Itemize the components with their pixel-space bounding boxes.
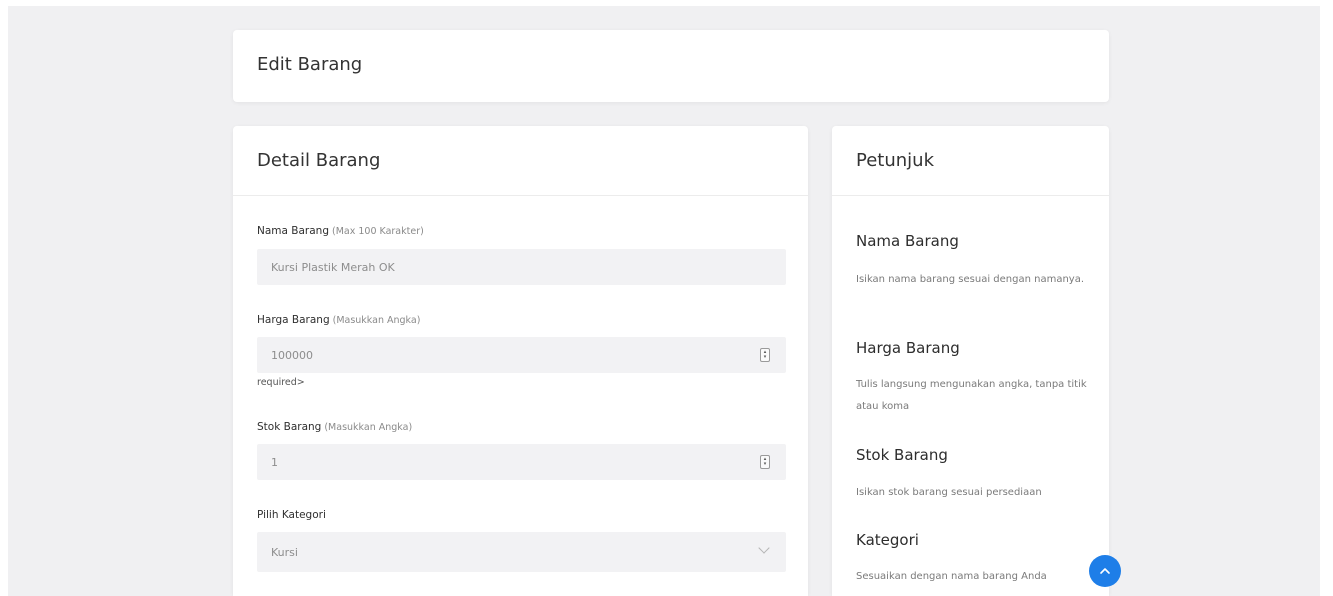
detail-card: Detail Barang Nama Barang (Max 100 Karakt… [233, 126, 808, 596]
detail-card-header: Detail Barang [233, 126, 808, 196]
stok-barang-label: Stok Barang (Masukkan Angka) [257, 421, 412, 433]
help-item-text: Sesuaikan dengan nama barang Anda [856, 571, 1047, 582]
required-note: required> [257, 377, 305, 388]
harga-barang-value: 100000 [271, 348, 313, 362]
help-item-text: Tulis langsung mengunakan angka, tanpa t… [856, 379, 1087, 412]
help-item-title: Nama Barang [856, 232, 959, 250]
harga-barang-hint: (Masukkan Angka) [332, 315, 421, 326]
help-item-title: Harga Barang [856, 339, 960, 357]
nama-barang-label-text: Nama Barang [257, 225, 329, 237]
chevron-down-icon [758, 542, 770, 554]
kategori-value: Kursi [271, 545, 298, 559]
help-item-title: Kategori [856, 531, 919, 549]
nama-barang-label: Nama Barang (Max 100 Karakter) [257, 225, 424, 237]
spinner-icon[interactable]: ▴ ▾ [760, 455, 770, 469]
detail-card-title: Detail Barang [257, 150, 381, 171]
nama-barang-value: Kursi Plastik Merah OK [271, 260, 395, 274]
nama-barang-hint: (Max 100 Karakter) [332, 226, 424, 237]
stok-barang-input[interactable]: 1 ▴ ▾ [257, 444, 786, 480]
stok-barang-value: 1 [271, 455, 278, 469]
page-title-card: Edit Barang [233, 30, 1109, 102]
harga-barang-input[interactable]: 100000 ▴ ▾ [257, 337, 786, 373]
stok-barang-hint: (Masukkan Angka) [324, 422, 413, 433]
kategori-label-text: Pilih Kategori [257, 509, 326, 521]
harga-barang-label: Harga Barang (Masukkan Angka) [257, 314, 420, 326]
page-title: Edit Barang [257, 54, 363, 75]
kategori-select[interactable]: Kursi [257, 532, 786, 572]
stok-barang-label-text: Stok Barang [257, 421, 322, 433]
help-card-header: Petunjuk [832, 126, 1109, 196]
help-item-text: Isikan stok barang sesuai persediaan [856, 487, 1042, 498]
help-item-title: Stok Barang [856, 446, 948, 464]
spinner-icon[interactable]: ▴ ▾ [760, 348, 770, 362]
help-card: Petunjuk Nama Barang Isikan nama barang … [832, 126, 1109, 596]
nama-barang-input[interactable]: Kursi Plastik Merah OK [257, 249, 786, 285]
chevron-up-icon [1100, 568, 1110, 574]
help-item-text: Isikan nama barang sesuai dengan namanya… [856, 274, 1085, 285]
scroll-to-top-button[interactable] [1089, 555, 1121, 587]
help-card-title: Petunjuk [856, 150, 934, 171]
kategori-label: Pilih Kategori [257, 509, 326, 521]
harga-barang-label-text: Harga Barang [257, 314, 330, 326]
